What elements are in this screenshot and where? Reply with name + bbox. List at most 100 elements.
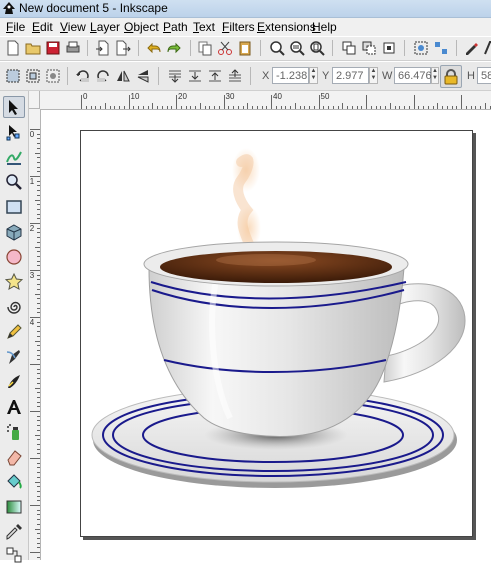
- pen-tool-icon[interactable]: [3, 346, 25, 368]
- menu-layer[interactable]: Layer: [90, 20, 120, 34]
- ruler-tick: [347, 106, 348, 109]
- ruler-tick: [214, 106, 215, 109]
- dropper-tool-icon[interactable]: [3, 521, 25, 543]
- rect-tool-icon[interactable]: [3, 196, 25, 218]
- ruler-tick: [30, 505, 40, 506]
- cut-icon[interactable]: [216, 39, 234, 57]
- zoom-selection-icon[interactable]: [268, 39, 286, 57]
- copy-icon[interactable]: [196, 39, 214, 57]
- raise-icon[interactable]: [206, 67, 224, 85]
- lower-to-bottom-icon[interactable]: [166, 67, 184, 85]
- select-all-layers-icon[interactable]: [24, 67, 42, 85]
- lower-icon[interactable]: [186, 67, 204, 85]
- menu-path[interactable]: Path: [163, 20, 188, 34]
- ruler-tick: [37, 349, 40, 351]
- clone-icon[interactable]: [360, 39, 378, 57]
- ruler-tick: [337, 106, 339, 109]
- drawing-canvas[interactable]: [41, 110, 491, 560]
- menu-text[interactable]: Text: [193, 20, 215, 34]
- menu-view[interactable]: View: [60, 20, 86, 34]
- flip-vertical-icon[interactable]: [134, 67, 152, 85]
- undo-icon[interactable]: [145, 39, 163, 57]
- ruler-tick: [37, 335, 40, 337]
- horizontal-ruler[interactable]: 0 10 20 30 40 50: [40, 91, 491, 110]
- print-icon[interactable]: [64, 39, 82, 57]
- menu-file[interactable]: File: [6, 20, 25, 34]
- ruler-tick: [37, 401, 40, 403]
- y-spin-button[interactable]: ▲ ▼: [369, 67, 378, 84]
- rotate-cw-icon[interactable]: [94, 67, 112, 85]
- 3d-box-tool-icon[interactable]: [3, 221, 25, 243]
- vertical-ruler[interactable]: 0 1 2 3 4: [28, 109, 41, 560]
- ruler-tick: [223, 95, 225, 109]
- coffee-cup-artwork[interactable]: [41, 110, 491, 560]
- redo-icon[interactable]: [165, 39, 183, 57]
- menu-help[interactable]: Help: [312, 20, 337, 34]
- ruler-tick: [323, 106, 325, 109]
- ruler-tick: [366, 95, 367, 109]
- ruler-tick: [299, 106, 301, 109]
- fill-stroke-icon[interactable]: [462, 39, 480, 57]
- star-tool-icon[interactable]: [3, 271, 25, 293]
- x-spin-button[interactable]: ▲ ▼: [309, 67, 318, 84]
- eraser-tool-icon[interactable]: [3, 446, 25, 468]
- node-tool-icon[interactable]: [3, 121, 25, 143]
- ruler-tick: [37, 500, 40, 502]
- menu-object[interactable]: Object: [124, 20, 159, 34]
- pencil-tool-icon[interactable]: [3, 321, 25, 343]
- import-icon[interactable]: [94, 39, 112, 57]
- new-document-icon[interactable]: [4, 39, 22, 57]
- open-folder-icon[interactable]: [24, 39, 42, 57]
- w-spin-button[interactable]: ▲ ▼: [431, 67, 439, 84]
- inkscape-logo-icon: [3, 2, 15, 14]
- select-all-icon[interactable]: [4, 67, 22, 85]
- zoom-drawing-icon[interactable]: [288, 39, 306, 57]
- ruler-tick: [157, 106, 158, 109]
- ruler-tick: [35, 340, 40, 342]
- lock-proportions-button[interactable]: [440, 65, 462, 88]
- calligraphy-tool-icon[interactable]: [3, 371, 25, 393]
- spray-tool-icon[interactable]: [3, 421, 25, 443]
- ruler-tick: [404, 106, 405, 109]
- ruler-tick: [37, 284, 40, 286]
- connector-tool-icon[interactable]: [3, 544, 25, 566]
- ungroup-icon[interactable]: [432, 39, 450, 57]
- tweak-tool-icon[interactable]: [3, 146, 25, 168]
- ruler-label: 40: [273, 92, 282, 101]
- duplicate-icon[interactable]: [340, 39, 358, 57]
- gradient-tool-icon[interactable]: [3, 496, 25, 518]
- ruler-tick: [100, 106, 101, 109]
- menu-extensions[interactable]: Extensions: [257, 20, 316, 34]
- zoom-page-icon[interactable]: [308, 39, 326, 57]
- group-icon[interactable]: [412, 39, 430, 57]
- ruler-tick: [37, 373, 40, 375]
- paste-icon[interactable]: [236, 39, 254, 57]
- zoom-tool-icon[interactable]: [3, 171, 25, 193]
- ruler-tick: [451, 106, 453, 109]
- rotate-ccw-icon[interactable]: [74, 67, 92, 85]
- selector-tool-icon[interactable]: [3, 96, 25, 118]
- spiral-tool-icon[interactable]: [3, 296, 25, 318]
- ellipse-tool-icon[interactable]: [3, 246, 25, 268]
- h-field[interactable]: 58: [477, 67, 491, 84]
- ruler-tick: [30, 552, 40, 553]
- y-field[interactable]: 2.977: [332, 67, 369, 84]
- deselect-icon[interactable]: [44, 67, 62, 85]
- text-tool-icon[interactable]: [3, 396, 25, 418]
- x-field[interactable]: -1.238: [272, 67, 309, 84]
- paint-bucket-icon[interactable]: [3, 471, 25, 493]
- ruler-tick: [37, 307, 40, 309]
- ruler-tick: [37, 157, 40, 159]
- save-icon[interactable]: [44, 39, 62, 57]
- ruler-tick: [37, 312, 40, 314]
- text-font-icon[interactable]: [482, 39, 491, 57]
- unlink-clone-icon[interactable]: [380, 39, 398, 57]
- ruler-tick: [185, 106, 187, 109]
- menu-filters[interactable]: Filters: [222, 20, 255, 34]
- ruler-tick: [332, 106, 334, 109]
- menu-edit[interactable]: Edit: [32, 20, 53, 34]
- raise-to-top-icon[interactable]: [226, 67, 244, 85]
- export-icon[interactable]: [114, 39, 132, 57]
- flip-horizontal-icon[interactable]: [114, 67, 132, 85]
- w-field[interactable]: 66.476: [394, 67, 432, 84]
